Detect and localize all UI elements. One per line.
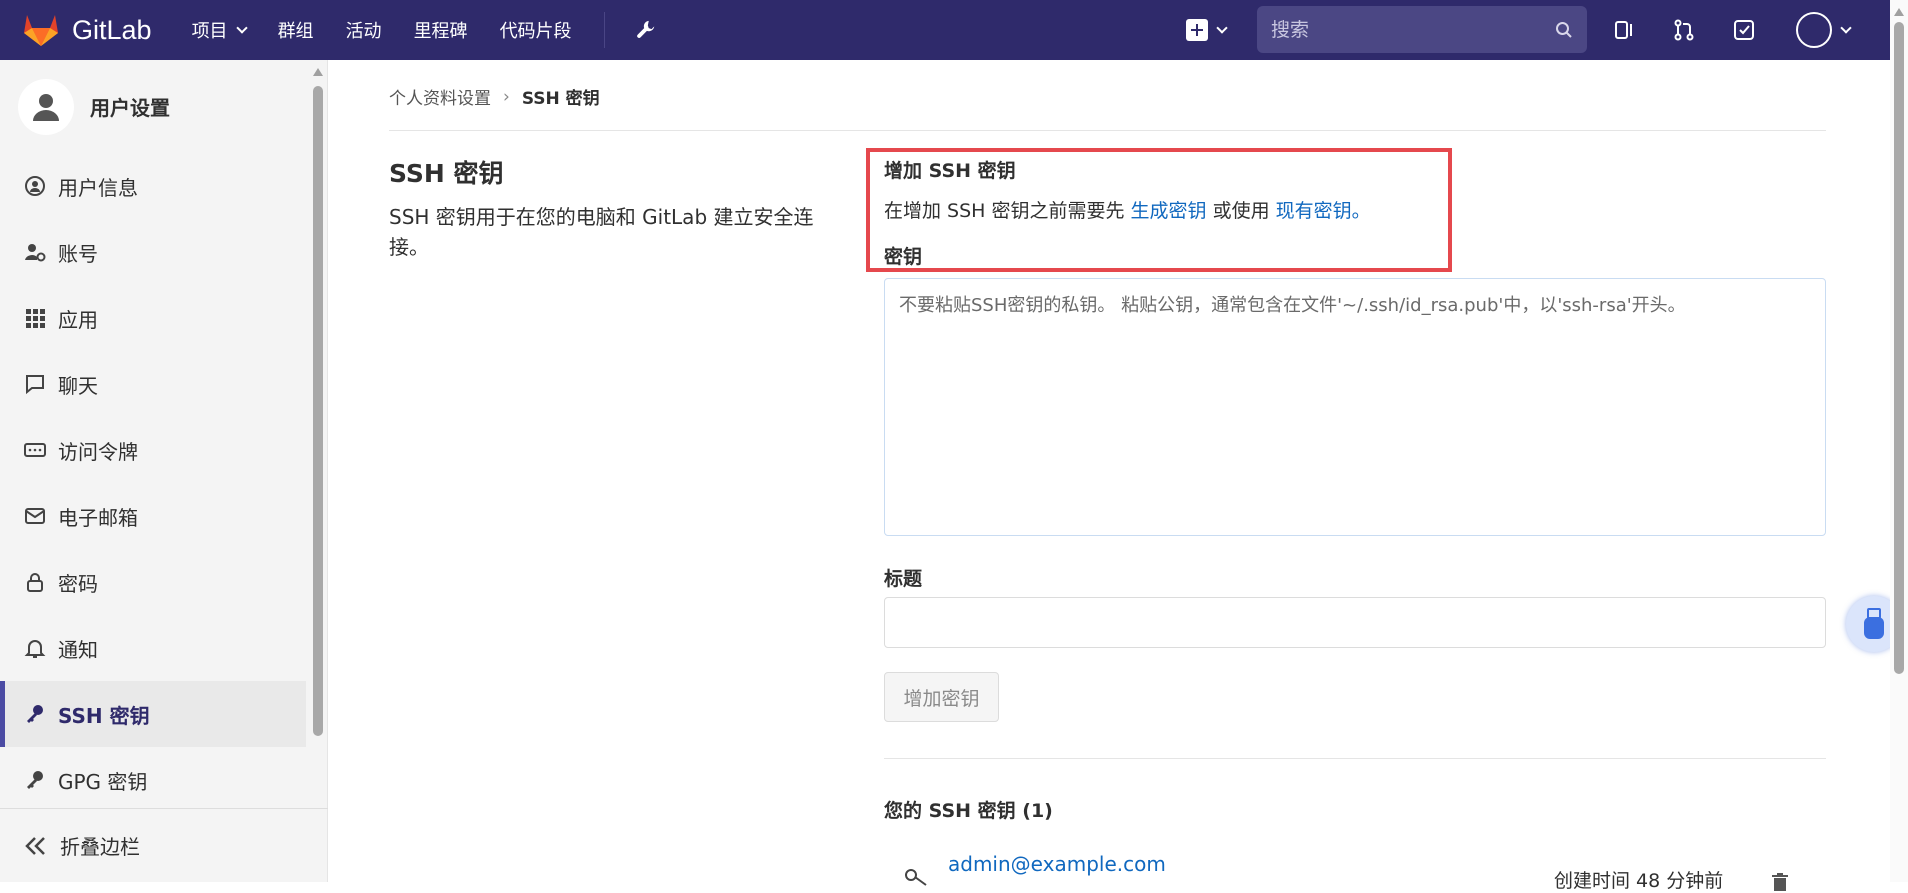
- chevron-down-icon[interactable]: [1840, 21, 1852, 34]
- bell-icon: [24, 640, 46, 658]
- sidebar-item-access-tokens[interactable]: 访问令牌: [0, 417, 306, 483]
- mail-icon: [25, 508, 45, 524]
- breadcrumb: 个人资料设置 › SSH 密钥: [389, 84, 600, 110]
- gitlab-logo[interactable]: GitLab: [22, 12, 152, 48]
- sidebar-item-label: 用户信息: [58, 175, 138, 200]
- title-input[interactable]: [884, 597, 1826, 648]
- key-icon: [27, 705, 43, 723]
- ssh-key-title-link[interactable]: admin@example.com: [948, 852, 1166, 876]
- scrollbar-thumb[interactable]: [313, 86, 323, 736]
- nav-snippets-label: 代码片段: [499, 21, 572, 42]
- nav-projects-label: 项目: [191, 21, 228, 42]
- nav-groups-label: 群组: [277, 21, 314, 42]
- sidebar-item-ssh-keys[interactable]: SSH 密钥: [0, 681, 306, 747]
- brand-name: GitLab: [72, 14, 152, 45]
- sidebar-item-password[interactable]: 密码: [0, 549, 306, 615]
- sidebar-item-label: SSH 密钥: [58, 703, 150, 728]
- sidebar-title: 用户设置: [90, 96, 170, 120]
- sidebar-item-profile[interactable]: 用户信息: [0, 153, 306, 219]
- add-key-button[interactable]: 增加密钥: [884, 672, 999, 722]
- search-box[interactable]: [1257, 6, 1587, 53]
- trash-icon[interactable]: [1770, 872, 1790, 892]
- nav-milestones-label: 里程碑: [413, 21, 468, 42]
- new-item-dropdown[interactable]: [1186, 19, 1228, 41]
- sidebar-item-label: 应用: [58, 307, 98, 332]
- highlight-annotation-box: [866, 148, 1452, 272]
- key-icon: [27, 771, 43, 789]
- collapse-sidebar-label: 折叠边栏: [60, 835, 140, 859]
- page-scrollbar[interactable]: [1890, 0, 1908, 882]
- sidebar-item-emails[interactable]: 电子邮箱: [0, 483, 306, 549]
- admin-wrench-icon[interactable]: [635, 19, 657, 41]
- scroll-up-arrow[interactable]: [313, 68, 323, 76]
- title-field-label: 标题: [884, 568, 923, 590]
- collapse-sidebar-button[interactable]: 折叠边栏: [0, 808, 328, 882]
- profile-icon: [25, 176, 45, 196]
- applications-grid-icon: [26, 309, 45, 328]
- todos-icon[interactable]: [1732, 18, 1756, 42]
- sidebar-item-label: GPG 密钥: [58, 769, 148, 794]
- sidebar-item-label: 通知: [58, 637, 98, 662]
- scroll-up-arrow[interactable]: [1894, 8, 1904, 16]
- sidebar-item-label: 密码: [58, 571, 98, 596]
- page-title: SSH 密钥: [389, 159, 504, 188]
- search-input[interactable]: [1271, 18, 1555, 41]
- breadcrumb-parent-link[interactable]: 个人资料设置: [389, 84, 491, 109]
- chevron-down-icon: [1216, 21, 1228, 34]
- search-icon[interactable]: [1555, 21, 1573, 39]
- breadcrumb-current[interactable]: SSH 密钥: [522, 84, 600, 109]
- nav-divider: [603, 12, 605, 48]
- double-chevron-left-icon: [25, 836, 45, 855]
- lock-icon: [27, 573, 43, 592]
- avatar: [18, 78, 74, 135]
- sidebar-item-notifications[interactable]: 通知: [0, 615, 306, 681]
- nav-groups[interactable]: 群组: [278, 17, 314, 43]
- sidebar-item-chat[interactable]: 聊天: [0, 351, 306, 417]
- account-gear-icon: [25, 244, 46, 262]
- nav-projects[interactable]: 项目: [191, 17, 248, 43]
- sidebar-item-applications[interactable]: 应用: [0, 285, 306, 351]
- key-icon: [905, 869, 927, 886]
- sidebar-scrollbar[interactable]: [311, 68, 323, 736]
- ssh-key-textarea[interactable]: [884, 278, 1826, 536]
- sidebar-item-label: 访问令牌: [58, 439, 138, 464]
- top-navbar: GitLab 项目 群组 活动 里程碑 代码片段: [0, 0, 1908, 60]
- merge-requests-icon[interactable]: [1672, 18, 1696, 42]
- chat-icon: [26, 375, 44, 395]
- user-avatar[interactable]: [1796, 12, 1832, 48]
- user-silhouette-icon: [33, 93, 59, 121]
- breadcrumb-separator-icon: ›: [503, 86, 510, 107]
- sidebar-item-gpg-keys[interactable]: GPG 密钥: [0, 747, 306, 813]
- sidebar-item-label: 聊天: [58, 373, 98, 398]
- chevron-down-icon: [235, 21, 248, 34]
- sidebar-item-label: 账号: [58, 241, 98, 266]
- nav-milestones[interactable]: 里程碑: [414, 17, 468, 43]
- sidebar-header[interactable]: 用户设置: [0, 60, 327, 153]
- nav-snippets[interactable]: 代码片段: [500, 17, 572, 43]
- divider: [389, 130, 1826, 131]
- nav-activity[interactable]: 活动: [346, 17, 382, 43]
- your-ssh-keys-heading: 您的 SSH 密钥 (1): [884, 800, 1053, 822]
- usb-drive-icon: [1864, 608, 1884, 639]
- nav-activity-label: 活动: [345, 21, 382, 42]
- plus-square-icon: [1186, 19, 1208, 41]
- sidebar-item-label: 电子邮箱: [58, 505, 138, 530]
- gitlab-fox-icon: [24, 15, 58, 46]
- page-description: SSH 密钥用于在您的电脑和 GitLab 建立安全连接。: [389, 205, 814, 259]
- token-icon: [24, 443, 46, 457]
- issues-icon[interactable]: [1612, 18, 1636, 42]
- settings-sidebar: 用户设置 用户信息 账号 应用 聊天 访问令牌 电子邮箱 密码 通知 SSH 密…: [0, 60, 328, 882]
- scrollbar-thumb[interactable]: [1894, 22, 1904, 674]
- sidebar-item-account[interactable]: 账号: [0, 219, 306, 285]
- divider: [884, 758, 1826, 759]
- ssh-key-created-time: 创建时间 48 分钟前: [1554, 870, 1724, 892]
